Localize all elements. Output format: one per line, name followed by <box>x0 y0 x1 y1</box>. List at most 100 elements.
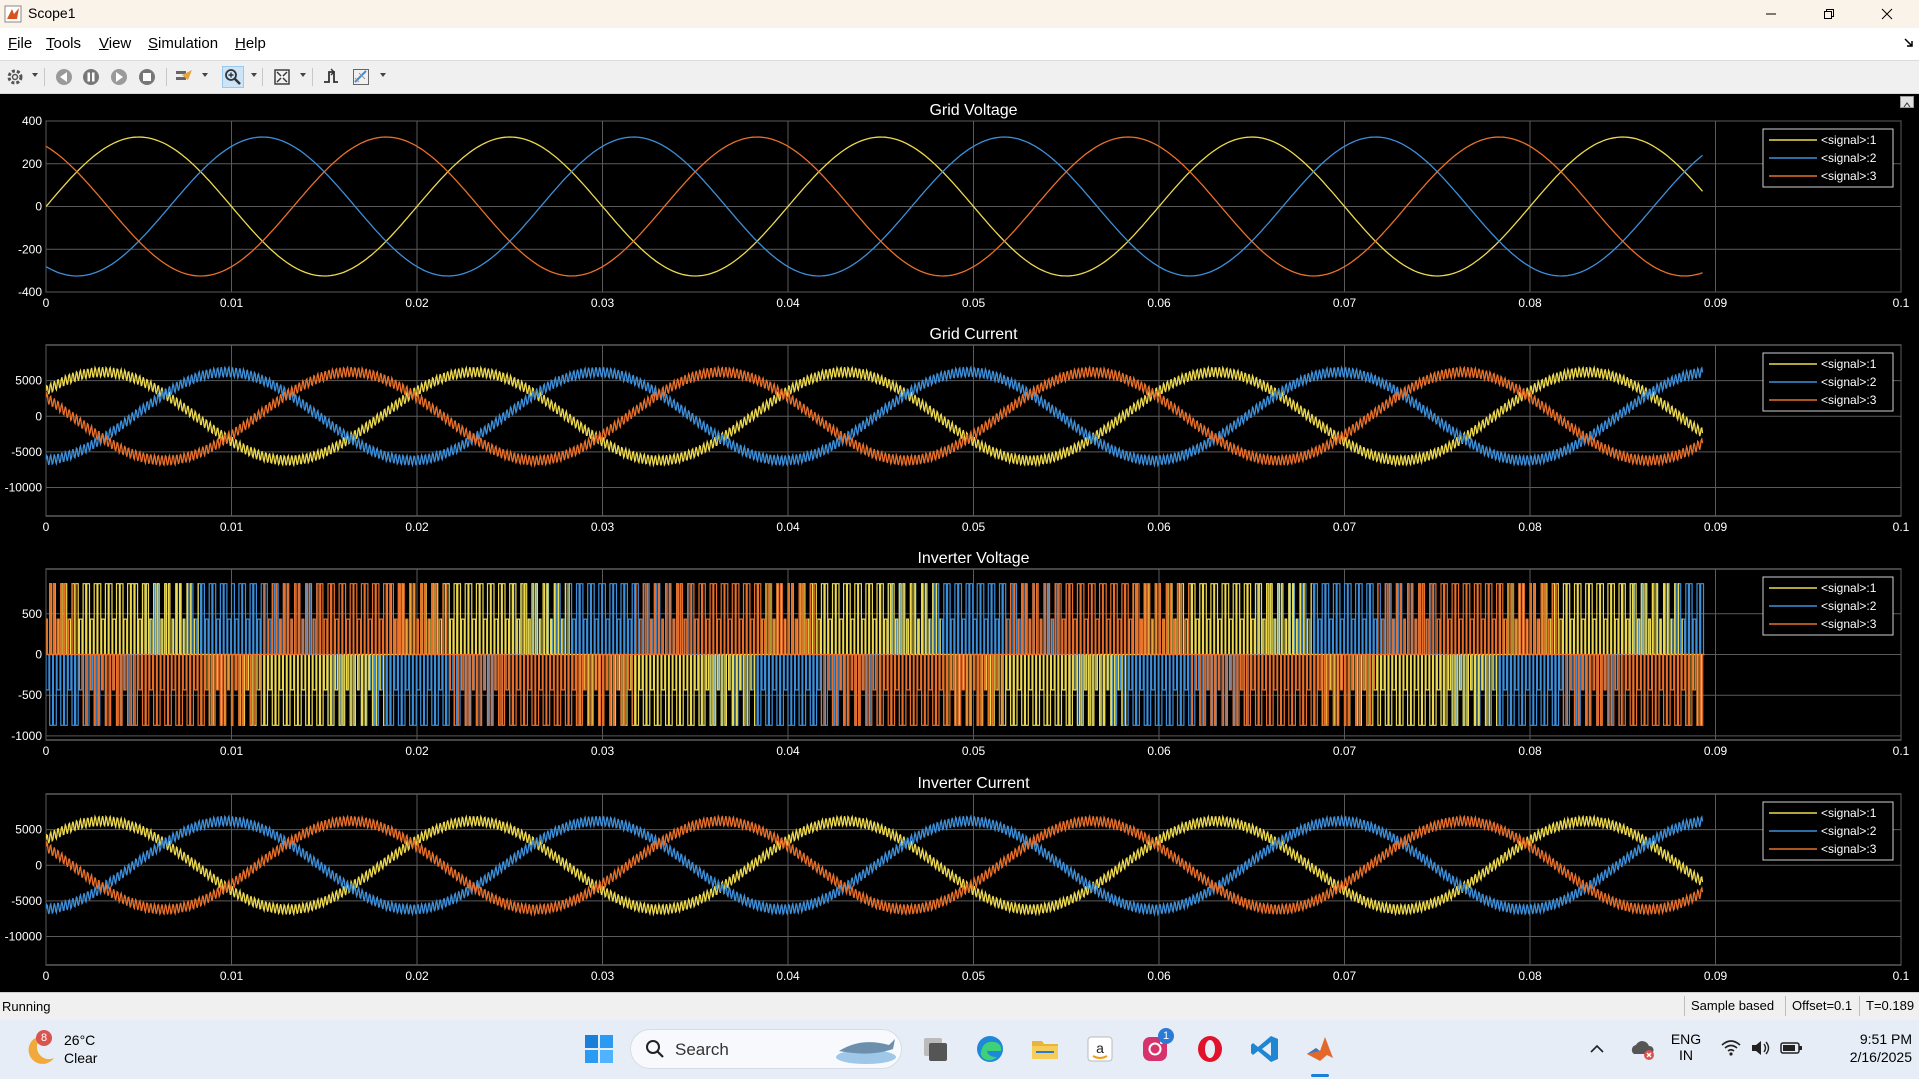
triggers-button[interactable] <box>320 66 342 88</box>
minimize-button[interactable] <box>1742 0 1800 28</box>
undock-icon <box>1903 102 1911 108</box>
clock[interactable]: 9:51 PM 2/16/2025 <box>1812 1031 1912 1071</box>
x-tick-label: 0.03 <box>591 744 615 758</box>
file-explorer-button[interactable] <box>1028 1032 1062 1066</box>
fit-dropdown-arrow[interactable] <box>300 73 306 77</box>
measurements-dropdown-arrow[interactable] <box>380 73 386 77</box>
legend-label: <signal>:2 <box>1821 824 1877 838</box>
taskbar: 8 26°C Clear Search a 1 ENG IN 9:51 PM 2… <box>0 1020 1919 1079</box>
step-forward-button[interactable] <box>108 66 130 88</box>
x-tick-label: 0.07 <box>1333 744 1357 758</box>
settings-dropdown-arrow[interactable] <box>32 73 38 77</box>
x-tick-label: 0.1 <box>1893 296 1910 310</box>
x-tick-label: 0.03 <box>591 520 615 534</box>
svg-text:a: a <box>1096 1040 1104 1056</box>
matlab-icon <box>1307 1037 1333 1061</box>
x-tick-label: 0.1 <box>1893 744 1910 758</box>
onedrive-button[interactable] <box>1625 1032 1659 1066</box>
pause-button[interactable] <box>80 66 102 88</box>
y-tick-label: -200 <box>18 242 42 256</box>
step-back-button[interactable] <box>53 66 75 88</box>
x-tick-label: 0 <box>43 296 50 310</box>
x-tick-label: 0.06 <box>1147 520 1171 534</box>
y-tick-label: 0 <box>35 648 42 662</box>
measurements-button[interactable] <box>350 66 372 88</box>
x-tick-label: 0.01 <box>220 296 244 310</box>
y-tick-label: -5000 <box>11 894 42 908</box>
minimize-icon <box>1766 13 1776 15</box>
y-tick-label: 200 <box>22 157 42 171</box>
x-tick-label: 0.01 <box>220 969 244 983</box>
legend-label: <signal>:3 <box>1821 393 1877 407</box>
x-tick-label: 0 <box>43 520 50 534</box>
menu-file[interactable]: File <box>8 35 32 52</box>
menu-simulation[interactable]: Simulation <box>148 35 218 52</box>
highlight-dropdown-arrow[interactable] <box>202 73 208 77</box>
x-tick-label: 0.02 <box>405 744 429 758</box>
x-tick-label: 0.08 <box>1518 296 1542 310</box>
x-tick-label: 0.03 <box>591 969 615 983</box>
zoom-dropdown-arrow[interactable] <box>251 73 257 77</box>
measurements-icon <box>353 69 369 85</box>
x-tick-label: 0.09 <box>1704 969 1728 983</box>
restore-icon <box>1824 9 1834 19</box>
menu-tools[interactable]: Tools <box>46 35 81 52</box>
vscode-button[interactable] <box>1248 1032 1282 1066</box>
restore-button[interactable] <box>1800 0 1858 28</box>
scope-plots[interactable]: Grid Voltage 0 0.01 0.02 0.03 0.04 0.05 0.06 0.0… <box>0 94 1919 992</box>
amazon-button[interactable]: a <box>1083 1032 1117 1066</box>
panel-title: Grid Voltage <box>929 102 1017 119</box>
start-button[interactable] <box>582 1032 616 1066</box>
matlab-scope-icon <box>4 5 22 23</box>
close-button[interactable] <box>1858 0 1916 28</box>
x-tick-label: 0 <box>43 744 50 758</box>
x-tick-label: 0.03 <box>591 296 615 310</box>
scope-panel-1: Grid Voltage 0 0.01 0.02 0.03 0.04 0.05 0.06 0.0… <box>18 102 1910 310</box>
status-bar: Running Sample based Offset=0.1 T=0.189 <box>0 992 1919 1021</box>
search-box[interactable]: Search <box>630 1029 902 1069</box>
panel-title: Grid Current <box>929 326 1018 343</box>
zoom-in-button[interactable] <box>222 66 244 88</box>
x-tick-label: 0.02 <box>405 520 429 534</box>
x-tick-label: 0 <box>43 969 50 983</box>
pause-icon <box>83 69 99 85</box>
x-tick-label: 0.02 <box>405 296 429 310</box>
stop-button[interactable] <box>136 66 158 88</box>
y-tick-label: -400 <box>18 285 42 299</box>
x-tick-label: 0.05 <box>962 296 986 310</box>
clock-date: 2/16/2025 <box>1849 1049 1912 1065</box>
weather-widget[interactable]: 8 26°C Clear <box>22 1030 132 1070</box>
amazon-icon: a <box>1087 1036 1113 1062</box>
x-tick-label: 0.05 <box>962 520 986 534</box>
y-tick-label: 5000 <box>15 823 42 837</box>
toolbar-separator <box>166 68 167 86</box>
show-hidden-icons-button[interactable] <box>1580 1032 1614 1066</box>
legend-label: <signal>:2 <box>1821 599 1877 613</box>
step-back-icon <box>56 69 72 85</box>
x-tick-label: 0.06 <box>1147 296 1171 310</box>
highlight-signal-icon <box>176 70 192 80</box>
edge-icon <box>977 1036 1003 1062</box>
toolbar <box>0 61 1919 94</box>
opera-button[interactable] <box>1193 1032 1227 1066</box>
dock-arrow-icon[interactable] <box>1904 38 1914 48</box>
undock-button[interactable] <box>1900 96 1914 108</box>
menu-bar: File Tools View Simulation Help <box>0 28 1919 61</box>
highlight-signal-button[interactable] <box>173 66 195 88</box>
clock-time: 9:51 PM <box>1859 1031 1912 1047</box>
chevron-up-icon <box>1590 1044 1604 1053</box>
menu-view[interactable]: View <box>99 35 131 52</box>
x-tick-label: 0.09 <box>1704 520 1728 534</box>
task-view-button[interactable] <box>918 1032 952 1066</box>
x-tick-label: 0.04 <box>776 969 800 983</box>
status-time: T=0.189 <box>1859 996 1919 1016</box>
edge-button[interactable] <box>973 1032 1007 1066</box>
system-tray-quick-settings[interactable] <box>1720 1038 1808 1062</box>
settings-button[interactable] <box>4 66 26 88</box>
menu-help[interactable]: Help <box>235 35 266 52</box>
instagram-button[interactable]: 1 <box>1138 1028 1174 1066</box>
fit-to-view-button[interactable] <box>271 66 293 88</box>
matlab-button[interactable] <box>1303 1032 1337 1066</box>
y-tick-label: 0 <box>35 858 42 872</box>
language-indicator[interactable]: ENG IN <box>1666 1031 1706 1071</box>
